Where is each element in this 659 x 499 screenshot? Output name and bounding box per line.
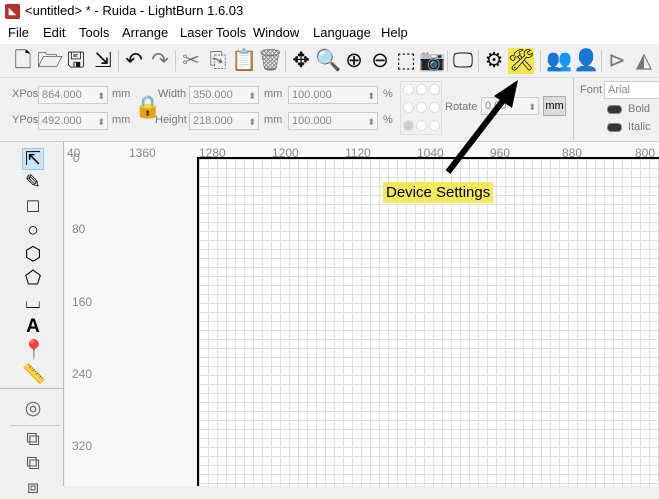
annotation-arrow	[445, 80, 518, 174]
device-settings-callout: Device Settings	[383, 182, 494, 203]
